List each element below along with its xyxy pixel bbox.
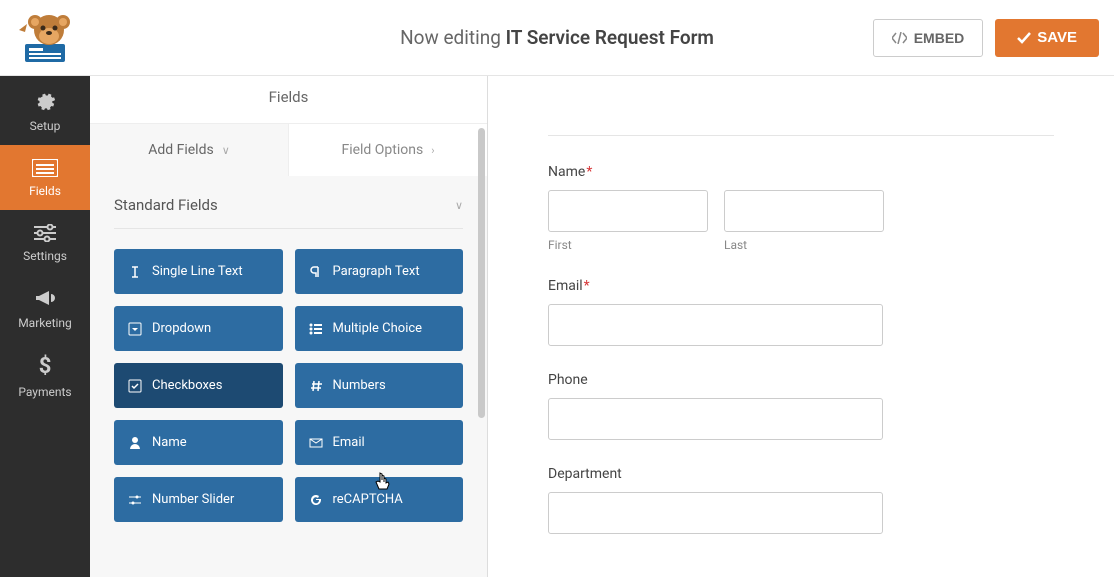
field-paragraph-text[interactable]: Paragraph Text	[295, 249, 464, 294]
field-email[interactable]: Email	[295, 420, 464, 465]
paragraph-icon	[309, 265, 323, 279]
sublabel-last: Last	[724, 238, 884, 252]
tab-add-fields[interactable]: Add Fields∨	[90, 124, 288, 176]
preview-name-field[interactable]: Name* First Last	[548, 164, 1054, 252]
field-recaptcha[interactable]: reCAPTCHA	[295, 477, 464, 522]
nav-settings[interactable]: Settings	[0, 210, 90, 275]
scrollbar[interactable]	[477, 128, 486, 528]
text-cursor-icon	[128, 265, 142, 279]
code-icon	[892, 32, 907, 44]
sliders-h-icon	[128, 493, 142, 507]
chevron-right-icon: ›	[431, 144, 434, 157]
department-input[interactable]	[548, 492, 883, 534]
field-dropdown[interactable]: Dropdown	[114, 306, 283, 351]
first-name-input[interactable]	[548, 190, 708, 232]
hashtag-icon	[309, 379, 323, 393]
tab-field-options[interactable]: Field Options›	[288, 124, 487, 176]
nav-setup[interactable]: Setup	[0, 76, 90, 145]
field-number-slider[interactable]: Number Slider	[114, 477, 283, 522]
preview-email-field[interactable]: Email*	[548, 278, 1054, 346]
page-title: Now editing IT Service Request Form	[400, 26, 714, 49]
section-standard-fields[interactable]: Standard Fields ∨	[114, 190, 463, 229]
dollar-icon: $	[0, 356, 90, 378]
app-logo	[15, 10, 75, 65]
nav-marketing[interactable]: Marketing	[0, 275, 90, 342]
email-input[interactable]	[548, 304, 883, 346]
sublabel-first: First	[548, 238, 708, 252]
fields-panel: Fields Add Fields∨ Field Options› Standa…	[90, 76, 488, 577]
field-multiple-choice[interactable]: Multiple Choice	[295, 306, 464, 351]
list-ul-icon	[309, 322, 323, 336]
chevron-down-icon: ∨	[455, 199, 463, 212]
check-square-icon	[128, 379, 142, 393]
user-icon	[128, 436, 142, 450]
sliders-icon	[34, 224, 56, 242]
envelope-icon	[309, 436, 323, 450]
field-checkboxes[interactable]: Checkboxes	[114, 363, 283, 408]
list-icon	[32, 159, 58, 177]
nav-payments[interactable]: $ Payments	[0, 342, 90, 411]
phone-input[interactable]	[548, 398, 883, 440]
caret-square-icon	[128, 322, 142, 336]
last-name-input[interactable]	[724, 190, 884, 232]
preview-phone-field[interactable]: Phone	[548, 372, 1054, 440]
panel-title: Fields	[269, 88, 309, 106]
chevron-down-icon: ∨	[222, 144, 230, 157]
gear-icon	[34, 90, 56, 112]
bullhorn-icon	[34, 289, 56, 309]
embed-button[interactable]: EMBED	[873, 19, 984, 57]
field-name[interactable]: Name	[114, 420, 283, 465]
save-button[interactable]: SAVE	[995, 19, 1099, 57]
check-icon	[1017, 32, 1031, 44]
field-single-line-text[interactable]: Single Line Text	[114, 249, 283, 294]
form-title-placeholder	[548, 100, 1054, 136]
form-preview: Name* First Last Email* Phone Department	[488, 76, 1114, 577]
field-numbers[interactable]: Numbers	[295, 363, 464, 408]
nav-fields[interactable]: Fields	[0, 145, 90, 210]
google-g-icon	[309, 493, 323, 507]
sidebar-nav: Setup Fields Settings Marketing $ Paymen…	[0, 76, 90, 577]
preview-department-field[interactable]: Department	[548, 466, 1054, 534]
